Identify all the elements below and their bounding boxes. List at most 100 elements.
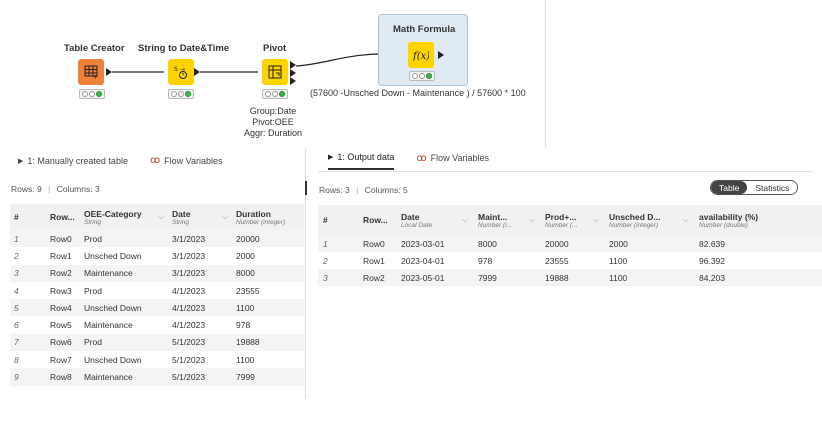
table-cell: 2023-03-01	[401, 238, 445, 249]
table-row[interactable]: 4 Row3 Prod 4/1/2023 23555	[10, 282, 304, 299]
svg-text:+: +	[93, 74, 98, 79]
table-cell: Row4	[50, 302, 72, 313]
table-cell: Row1	[363, 255, 385, 266]
column-header-rowid[interactable]: Row...	[358, 205, 396, 235]
node-label-pivot: Pivot	[263, 43, 287, 54]
svg-text:S: S	[174, 66, 178, 73]
math-formula-icon[interactable]: f(x)	[408, 42, 434, 68]
string-to-date-icon[interactable]: S →	[168, 59, 194, 85]
table-cell: 7999	[236, 372, 255, 383]
flow-variable-icon: ꝏ	[416, 152, 427, 164]
table-cell: 23555	[236, 285, 260, 296]
column-header-index[interactable]: #	[318, 205, 358, 235]
expand-triangle-icon: ▶	[328, 154, 334, 161]
table-cell: Unsched Down	[84, 250, 142, 261]
node-label-table-creator: Table Creator	[64, 43, 125, 54]
table-cell: Row0	[363, 238, 385, 249]
column-header-prod[interactable]: Prod+... Number (... ⌵	[540, 205, 604, 235]
tab-output-data[interactable]: ▶ 1: Output data	[328, 152, 395, 170]
table-cell: Unsched Down	[84, 302, 142, 313]
table-row[interactable]: 9 Row8 Maintenance 5/1/2023 7999	[10, 368, 304, 386]
row-index-cell: 2	[14, 250, 19, 261]
column-header-unsched-down[interactable]: Unsched D... Number (integer) ⌵	[604, 205, 694, 235]
output-port[interactable]	[290, 77, 296, 85]
table-row[interactable]: 3 Row2 Maintenance 3/1/2023 8000	[10, 264, 304, 282]
table-cell: Maintenance	[84, 372, 133, 383]
column-header-rowid[interactable]: Row...	[46, 204, 80, 230]
column-count: Columns: 5	[364, 185, 408, 195]
tab-label: 1: Manually created table	[27, 155, 128, 166]
column-header-duration[interactable]: Duration Number (integer)	[232, 204, 304, 230]
output-port[interactable]	[290, 61, 296, 69]
table-cell: 4/1/2023	[172, 285, 206, 296]
table-cell: 20000	[545, 238, 569, 249]
table-row[interactable]: 3 Row2 2023-05-01 7999 19888 1100 84.203	[318, 269, 822, 286]
output-port[interactable]	[194, 68, 200, 76]
table-row[interactable]: 8 Row7 Unsched Down 5/1/2023 1100	[10, 351, 304, 368]
column-header-oee-category[interactable]: OEE-Category String ⌵	[80, 204, 168, 230]
table-cell: 8000	[478, 238, 497, 249]
table-row[interactable]: 6 Row5 Maintenance 4/1/2023 978	[10, 316, 304, 333]
node-status-indicator	[168, 89, 194, 99]
table-cell: 1100	[609, 255, 628, 266]
table-cell: 1100	[609, 272, 628, 283]
node-status-indicator	[79, 89, 105, 99]
annotation-line: Aggr: Duration	[244, 128, 303, 138]
chevron-down-icon[interactable]: ⌵	[593, 215, 599, 225]
panel-splitter-handle[interactable]	[305, 181, 307, 195]
chevron-down-icon[interactable]: ⌵	[462, 215, 468, 225]
table-cell: Prod	[84, 285, 102, 296]
toggle-statistics[interactable]: Statistics	[747, 181, 798, 194]
chevron-down-icon[interactable]: ⌵	[222, 212, 228, 222]
output-port[interactable]	[106, 68, 112, 76]
table-cell: Prod	[84, 337, 102, 348]
table-statistics-toggle[interactable]: Table Statistics	[710, 180, 799, 195]
column-header-availability[interactable]: availability (%) Number (double)	[694, 205, 822, 235]
toggle-table[interactable]: Table	[711, 181, 748, 194]
tab-flow-variables[interactable]: ꝏ Flow Variables	[416, 152, 489, 170]
output-port[interactable]	[290, 69, 296, 77]
table-row[interactable]: 2 Row1 Unsched Down 3/1/2023 2000	[10, 247, 304, 264]
table-row[interactable]: 1 Row0 Prod 3/1/2023 20000	[10, 230, 304, 248]
input-data-table: # Row... OEE-Category String ⌵ Date String ⌵…	[10, 204, 304, 386]
table-cell: 19888	[545, 272, 569, 283]
table-cell: 19888	[236, 337, 260, 348]
table-row[interactable]: 5 Row4 Unsched Down 4/1/2023 1100	[10, 299, 304, 317]
table-row[interactable]: 1 Row0 2023-03-01 8000 20000 2000 82.639	[318, 235, 822, 252]
workflow-canvas[interactable]: Table Creator + String to Date&Time S → …	[0, 0, 546, 148]
row-count: Rows: 3	[319, 185, 350, 195]
table-cell: 2000	[236, 250, 255, 261]
row-index-cell: 1	[14, 233, 19, 244]
column-header-date[interactable]: Date Local Date ⌵	[396, 205, 473, 235]
table-cell: 2023-04-01	[401, 255, 445, 266]
chevron-down-icon[interactable]: ⌵	[683, 215, 689, 225]
row-index-cell: 9	[14, 372, 19, 383]
table-cell: 96.392	[699, 255, 725, 266]
expand-triangle-icon: ▶	[18, 157, 24, 165]
table-cell: 3/1/2023	[172, 233, 206, 244]
table-cell: Prod	[84, 233, 102, 244]
column-header-date[interactable]: Date String ⌵	[168, 204, 232, 230]
pivot-icon[interactable]	[262, 59, 288, 85]
tab-flow-variables[interactable]: ꝏ Flow Variables	[150, 155, 223, 172]
output-port[interactable]	[438, 51, 444, 59]
node-label-string-to-date: String to Date&Time	[138, 43, 230, 54]
right-table-meta: Rows: 3 | Columns: 5	[319, 185, 408, 195]
column-count: Columns: 3	[56, 184, 100, 194]
tab-manually-created-table[interactable]: ▶ 1: Manually created table	[18, 155, 128, 172]
table-grid-icon[interactable]: +	[78, 59, 104, 85]
column-header-index[interactable]: #	[10, 204, 46, 230]
row-count: Rows: 9	[11, 184, 42, 194]
chevron-down-icon[interactable]: ⌵	[158, 212, 164, 222]
row-index-cell: 2	[323, 255, 328, 266]
table-cell: Row6	[50, 337, 72, 348]
column-header-maintenance[interactable]: Maint... Number (i... ⌵	[473, 205, 540, 235]
table-cell: Row1	[50, 250, 72, 261]
canvas-divider	[545, 0, 546, 148]
table-cell: 5/1/2023	[172, 337, 206, 348]
table-header-row: # Row... Date Local Date ⌵ Maint... Number …	[318, 205, 822, 235]
table-cell: 978	[478, 255, 493, 266]
table-row[interactable]: 2 Row1 2023-04-01 978 23555 1100 96.392	[318, 252, 822, 269]
table-row[interactable]: 7 Row6 Prod 5/1/2023 19888	[10, 333, 304, 352]
chevron-down-icon[interactable]: ⌵	[529, 215, 535, 225]
